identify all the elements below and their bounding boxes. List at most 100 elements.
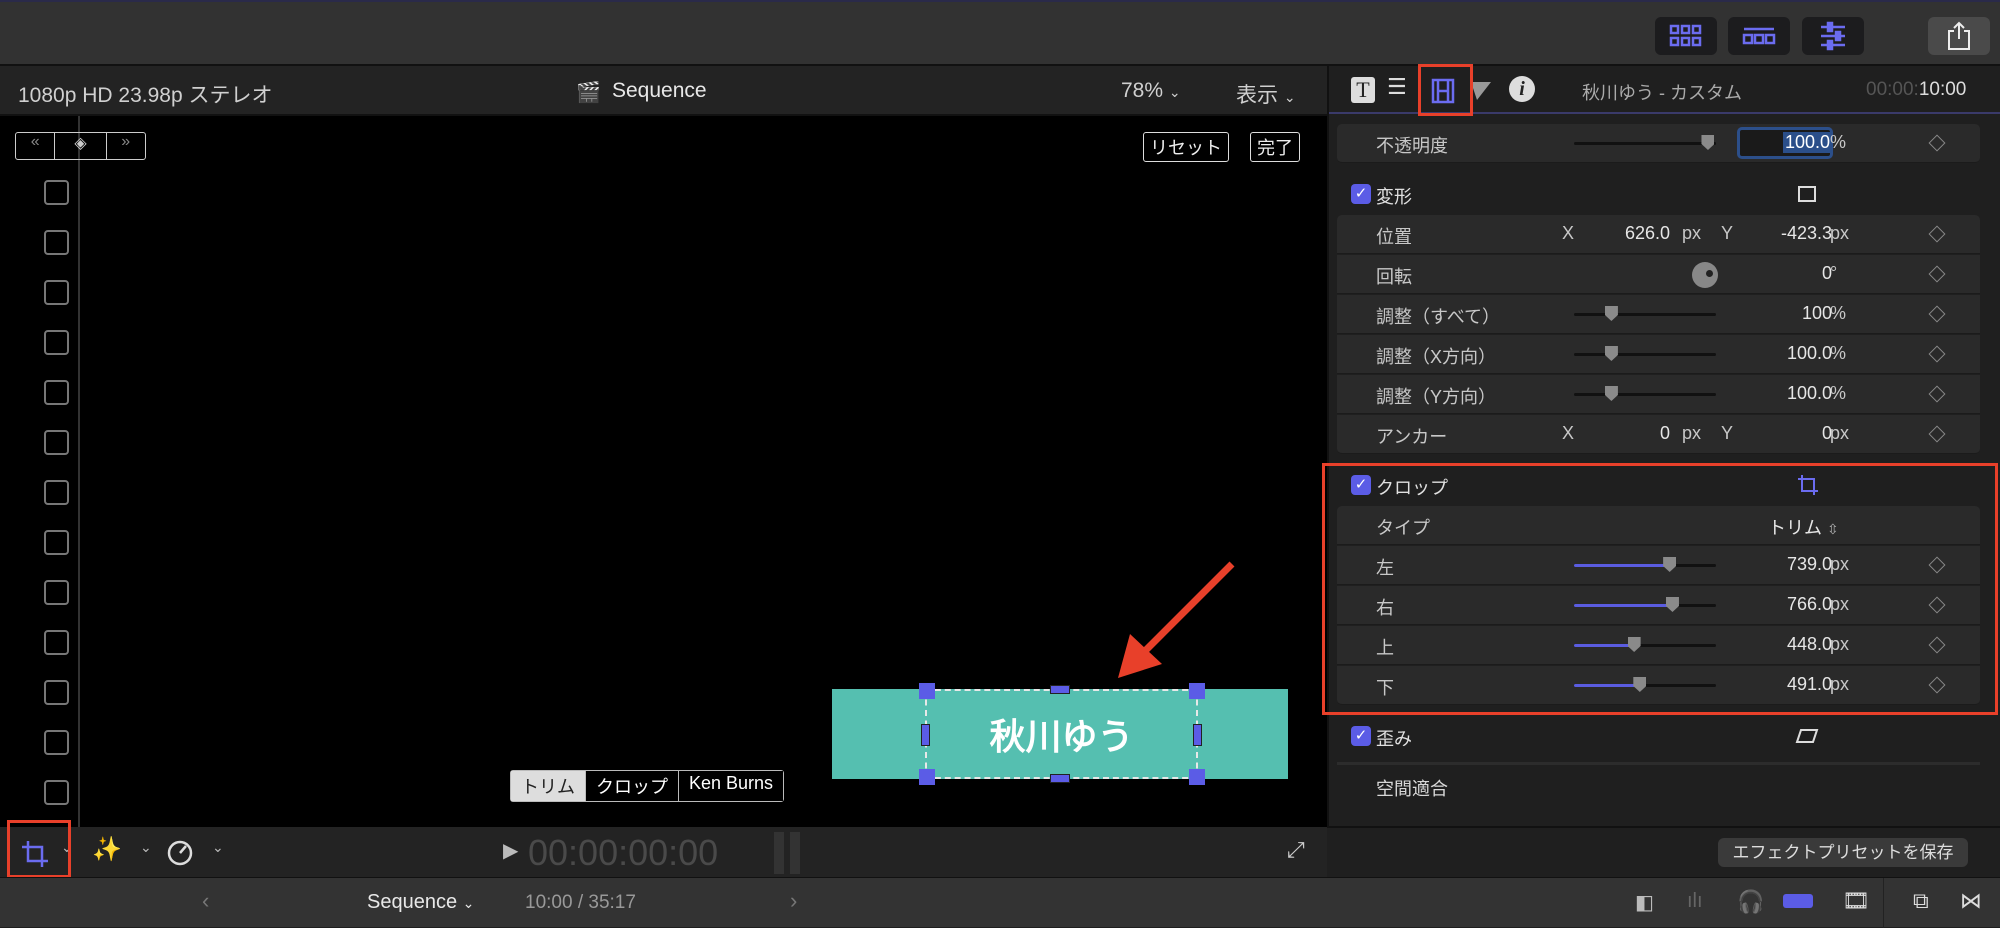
crop-handle[interactable]: [1189, 769, 1205, 785]
opacity-slider[interactable]: [1574, 135, 1716, 150]
checkbox[interactable]: [44, 580, 69, 605]
speed-icon[interactable]: [166, 839, 194, 867]
scale-x-label: 調整（X方向）: [1376, 347, 1497, 367]
distort-checkbox[interactable]: ✓: [1351, 726, 1371, 746]
scale-all-row: 調整（すべて） 100 %: [1337, 295, 1980, 334]
chevron-down-icon: ⌄: [1168, 84, 1181, 100]
format-info: 1080p HD 23.98p ステレオ: [18, 84, 273, 107]
paragraph-inspector-tab[interactable]: ☰: [1387, 74, 1407, 100]
checkbox[interactable]: [44, 180, 69, 205]
position-x-value[interactable]: 626.0: [1625, 223, 1670, 244]
share-button[interactable]: [1928, 17, 1990, 55]
scale-y-value[interactable]: 100.0: [1787, 383, 1832, 404]
rotation-dial[interactable]: [1692, 262, 1718, 288]
checkbox[interactable]: [44, 430, 69, 455]
crop-handle[interactable]: [1193, 724, 1202, 746]
duration-value: 10:00: [1918, 79, 1967, 100]
transform-checkbox[interactable]: ✓: [1351, 184, 1371, 204]
mode-crop[interactable]: クロップ: [585, 771, 678, 801]
view-menu[interactable]: 表示 ⌄: [1236, 79, 1296, 109]
snapping-icon[interactable]: [1783, 894, 1813, 908]
checkbox[interactable]: [44, 530, 69, 555]
play-icon[interactable]: ▶: [503, 838, 518, 863]
bowtie-icon[interactable]: ⋈: [1960, 888, 1982, 914]
scale-x-slider[interactable]: [1574, 346, 1716, 361]
rotation-label: 回転: [1376, 267, 1412, 287]
scale-y-unit: %: [1830, 383, 1847, 403]
annotation-arrow-icon: [1118, 561, 1235, 678]
position-x-label: X: [1562, 223, 1575, 243]
inspector-toggle-button[interactable]: [1802, 17, 1864, 55]
title-text: 秋川ゆう: [989, 716, 1134, 757]
previous-keyframe-icon[interactable]: «: [16, 133, 56, 159]
position-y-value[interactable]: -423.3: [1781, 223, 1832, 244]
checkbox[interactable]: [44, 280, 69, 305]
info-inspector-tab[interactable]: i: [1509, 76, 1535, 102]
checkbox[interactable]: [44, 680, 69, 705]
audio-skimming-icon[interactable]: ılı: [1687, 890, 1703, 913]
mode-ken-burns[interactable]: Ken Burns: [678, 771, 784, 801]
clip-appearance-icon[interactable]: 🎞: [1842, 888, 1870, 914]
position-label: 位置: [1376, 227, 1412, 247]
timeline-header: ‹ Sequence ⌄ 10:00 / 35:17 › ◧ ılı 🎧 🎞 ⧉…: [0, 877, 2000, 928]
checkbox[interactable]: [44, 380, 69, 405]
mode-trim[interactable]: トリム: [511, 771, 585, 801]
spatial-conform-label: 空間適合: [1376, 779, 1448, 799]
save-effects-preset-button[interactable]: エフェクトプリセットを保存: [1718, 838, 1968, 867]
text-inspector-tab[interactable]: T: [1351, 77, 1375, 103]
view-menu-label: 表示: [1236, 84, 1278, 107]
scale-all-slider[interactable]: [1574, 306, 1716, 321]
browser-toggle-button[interactable]: [1655, 17, 1717, 55]
fullscreen-icon[interactable]: ⤢: [1287, 837, 1305, 863]
opacity-value[interactable]: 100.0: [1782, 132, 1832, 153]
keyframe-diamond-icon[interactable]: [1928, 265, 1946, 283]
forward-arrow-icon[interactable]: ›: [790, 888, 797, 914]
checkbox[interactable]: [44, 780, 69, 805]
keyframe-diamond-icon[interactable]: [1928, 385, 1946, 403]
highlight-crop-section: [1322, 463, 1998, 715]
divider: [1883, 878, 1884, 928]
anchor-x-unit: px: [1682, 423, 1702, 443]
add-keyframe-icon[interactable]: ◈: [55, 133, 107, 159]
keyframe-diamond-icon[interactable]: [1928, 305, 1946, 323]
keyframe-diamond-icon[interactable]: [1928, 425, 1946, 443]
crop-handle[interactable]: [1050, 685, 1070, 694]
checkbox[interactable]: [44, 330, 69, 355]
transform-onscreen-icon[interactable]: [1797, 185, 1817, 203]
done-button[interactable]: 完了: [1250, 132, 1300, 162]
skimming-icon[interactable]: ◧: [1635, 890, 1654, 915]
reset-button[interactable]: リセット: [1143, 132, 1229, 162]
window-icon[interactable]: ⧉: [1913, 888, 1929, 914]
checkbox[interactable]: [44, 230, 69, 255]
checkbox[interactable]: [44, 480, 69, 505]
crop-handle[interactable]: [921, 724, 930, 746]
viewer-canvas[interactable]: « ◈ » リセット 完了 秋川ゆう トリム クロップ Ken Burns: [0, 116, 1327, 827]
crop-frame[interactable]: 秋川ゆう: [925, 689, 1198, 779]
scale-x-value[interactable]: 100.0: [1787, 343, 1832, 364]
sliders-icon: [1821, 21, 1845, 51]
crop-handle[interactable]: [1050, 774, 1070, 783]
zoom-menu[interactable]: 78% ⌄: [1121, 79, 1181, 103]
keyframe-diamond-icon[interactable]: [1928, 225, 1946, 243]
next-keyframe-icon[interactable]: »: [107, 133, 145, 159]
chevron-down-icon[interactable]: ⌄: [140, 839, 152, 856]
magic-wand-icon[interactable]: ✨: [92, 835, 122, 864]
distort-label: 歪み: [1376, 729, 1412, 749]
distort-onscreen-icon[interactable]: [1795, 727, 1819, 745]
keyframe-diamond-icon[interactable]: [1928, 345, 1946, 363]
sequence-menu[interactable]: Sequence ⌄: [367, 891, 474, 914]
highlight-video-tab: [1418, 64, 1473, 116]
back-arrow-icon[interactable]: ‹: [202, 888, 209, 914]
scale-all-value[interactable]: 100: [1802, 303, 1832, 324]
scale-y-slider[interactable]: [1574, 386, 1716, 401]
keyframe-diamond-icon[interactable]: [1928, 134, 1946, 152]
crop-handle[interactable]: [919, 769, 935, 785]
crop-handle[interactable]: [919, 683, 935, 699]
checkbox[interactable]: [44, 730, 69, 755]
checkbox[interactable]: [44, 630, 69, 655]
headphones-icon[interactable]: 🎧: [1737, 889, 1764, 915]
timeline-toggle-button[interactable]: [1728, 17, 1790, 55]
sequence-name: Sequence: [367, 891, 458, 913]
anchor-x-value[interactable]: 0: [1660, 423, 1670, 444]
chevron-down-icon[interactable]: ⌄: [212, 839, 224, 856]
